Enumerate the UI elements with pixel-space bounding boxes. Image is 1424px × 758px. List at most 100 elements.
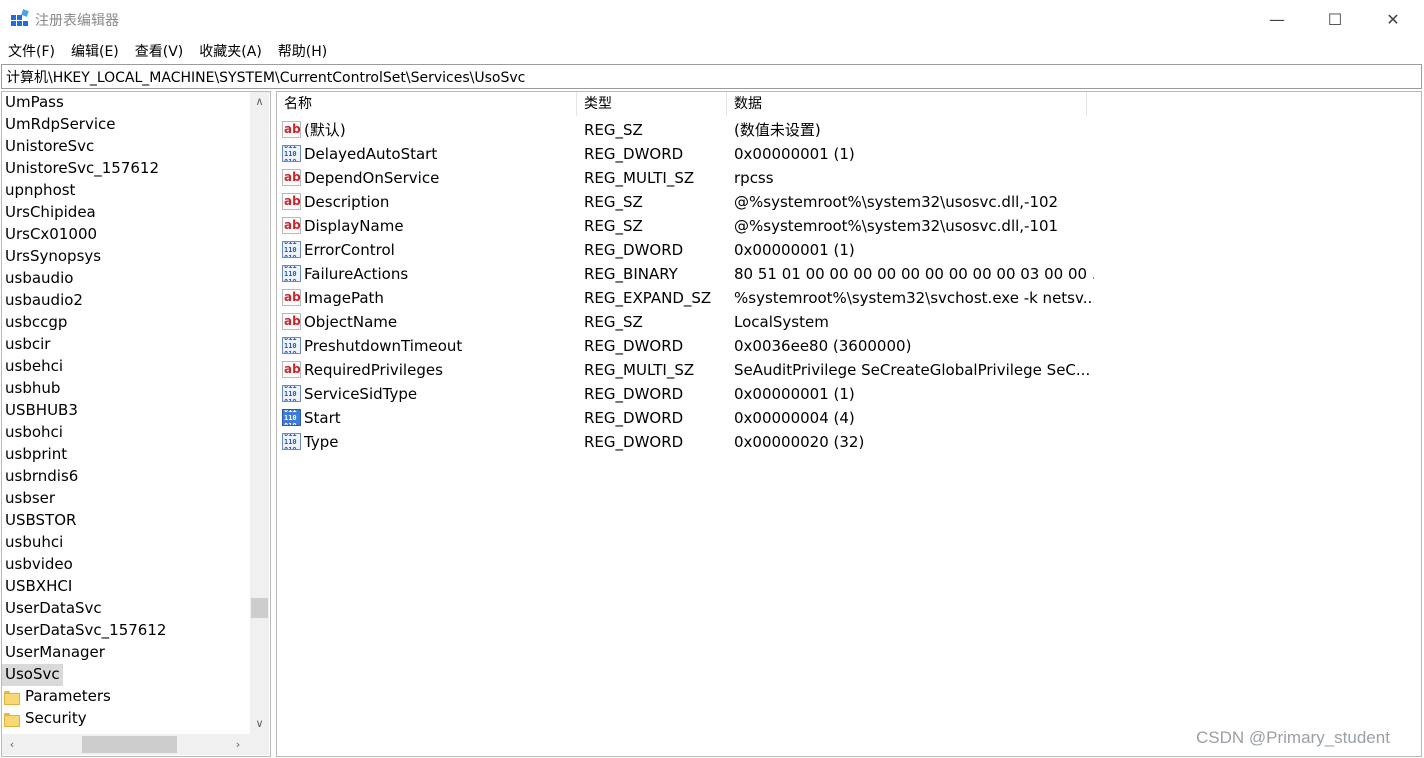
value-data: 0x00000001 (1) [734, 241, 855, 259]
value-row[interactable]: 011 110 010 FailureActions REG_BINARY 80… [277, 262, 1377, 286]
string-value-icon: ab [282, 361, 301, 378]
menu-help[interactable]: 帮助(H) [270, 39, 335, 63]
value-data: 0x00000020 (32) [734, 433, 865, 451]
string-value-icon: ab [282, 121, 301, 138]
tree-item[interactable]: usbcir [5, 334, 50, 356]
value-data: 80 51 01 00 00 00 00 00 00 00 00 00 03 0… [734, 265, 1094, 283]
watermark: CSDN @Primary_student [1196, 728, 1390, 747]
menu-favorites[interactable]: 收藏夹(A) [191, 39, 270, 63]
tree-item[interactable]: USBHUB3 [5, 400, 78, 422]
menu-edit[interactable]: 编辑(E) [63, 39, 127, 63]
string-value-icon: ab [282, 193, 301, 210]
value-name: RequiredPrivileges [304, 361, 443, 379]
tree-item[interactable]: usbuhci [5, 532, 63, 554]
folder-icon [4, 691, 20, 705]
tree-item[interactable]: USBSTOR [5, 510, 76, 532]
value-name: PreshutdownTimeout [304, 337, 463, 355]
maximize-button[interactable]: ☐ [1306, 0, 1364, 38]
value-type: REG_EXPAND_SZ [584, 289, 712, 307]
value-row[interactable]: ab RequiredPrivileges REG_MULTI_SZ SeAud… [277, 358, 1377, 382]
tree-item[interactable]: UrsChipidea [5, 202, 96, 224]
value-row[interactable]: ab ImagePath REG_EXPAND_SZ %systemroot%\… [277, 286, 1377, 310]
tree-item[interactable]: UnistoreSvc_157612 [5, 158, 159, 180]
value-type: REG_DWORD [584, 409, 684, 427]
tree-item[interactable]: USBXHCI [5, 576, 72, 598]
value-row[interactable]: 011 110 010 PreshutdownTimeout REG_DWORD… [277, 334, 1377, 358]
value-type: REG_DWORD [584, 385, 684, 403]
value-row[interactable]: 011 110 010 Type REG_DWORD 0x00000020 (3… [277, 430, 1377, 454]
tree-item[interactable]: usbehci [5, 356, 63, 378]
tree-item[interactable]: UmPass [5, 92, 64, 114]
value-name: DisplayName [304, 217, 404, 235]
value-type: REG_SZ [584, 193, 643, 211]
value-row[interactable]: ab Description REG_SZ @%systemroot%\syst… [277, 190, 1377, 214]
tree-item[interactable]: usbvideo [5, 554, 73, 576]
tree-item-selected-usosvc[interactable]: UsoSvc [2, 664, 63, 686]
close-button[interactable]: ✕ [1364, 0, 1422, 38]
scrollbar-corner [250, 734, 269, 755]
value-row[interactable]: ab (默认) REG_SZ (数值未设置) [277, 118, 1377, 142]
value-data: SeAuditPrivilege SeCreateGlobalPrivilege… [734, 361, 1091, 379]
horizontal-scroll-thumb[interactable] [82, 736, 177, 753]
value-row[interactable]: ab ObjectName REG_SZ LocalSystem [277, 310, 1377, 334]
value-row[interactable]: 011 110 010 ErrorControl REG_DWORD 0x000… [277, 238, 1377, 262]
tree-item[interactable]: UrsSynopsys [5, 246, 101, 268]
tree-item[interactable]: UserDataSvc_157612 [5, 620, 166, 642]
tree-item[interactable]: usbaudio2 [5, 290, 83, 312]
tree-item-parameters[interactable]: Parameters [25, 686, 111, 708]
tree-item[interactable]: usbhub [5, 378, 60, 400]
address-path[interactable]: 计算机\HKEY_LOCAL_MACHINE\SYSTEM\CurrentCon… [6, 67, 525, 87]
value-type: REG_MULTI_SZ [584, 361, 695, 379]
scroll-up-arrow-icon[interactable]: ∧ [250, 92, 269, 110]
menu-file[interactable]: 文件(F) [0, 39, 63, 63]
scroll-down-arrow-icon[interactable]: ∨ [250, 714, 269, 732]
column-header-name[interactable]: 名称 [277, 92, 577, 116]
value-name: FailureActions [304, 265, 409, 283]
value-name: DependOnService [304, 169, 440, 187]
tree-item[interactable]: usbser [5, 488, 55, 510]
tree-item-security[interactable]: Security [25, 708, 87, 730]
binary-value-icon: 011 110 010 [282, 145, 301, 162]
value-name: ServiceSidType [304, 385, 418, 403]
value-type: REG_DWORD [584, 433, 684, 451]
value-name: (默认) [304, 121, 346, 139]
tree-item[interactable]: usbrndis6 [5, 466, 78, 488]
tree-item[interactable]: UrsCx01000 [5, 224, 97, 246]
vertical-scroll-thumb[interactable] [251, 598, 268, 618]
value-row-start[interactable]: 011 110 010 Start REG_DWORD 0x00000004 (… [277, 406, 1377, 430]
column-header-type[interactable]: 类型 [577, 92, 727, 116]
value-type: REG_MULTI_SZ [584, 169, 695, 187]
scroll-right-arrow-icon[interactable]: › [228, 734, 248, 755]
value-data: 0x00000004 (4) [734, 409, 855, 427]
binary-value-icon: 011 110 010 [282, 337, 301, 354]
value-row[interactable]: ab DisplayName REG_SZ @%systemroot%\syst… [277, 214, 1377, 238]
tree-vertical-scrollbar[interactable]: ∧ ∨ [250, 92, 269, 734]
tree-item[interactable]: usbohci [5, 422, 63, 444]
scroll-left-arrow-icon[interactable]: ‹ [2, 734, 22, 755]
menu-view[interactable]: 查看(V) [127, 39, 192, 63]
tree-item[interactable]: usbccgp [5, 312, 67, 334]
tree-item[interactable]: upnphost [5, 180, 75, 202]
value-data: 0x00000001 (1) [734, 385, 855, 403]
tree-horizontal-scrollbar[interactable]: ‹ › [2, 734, 250, 755]
address-bar[interactable]: 计算机\HKEY_LOCAL_MACHINE\SYSTEM\CurrentCon… [1, 64, 1422, 89]
value-row[interactable]: 011 110 010 ServiceSidType REG_DWORD 0x0… [277, 382, 1377, 406]
value-row[interactable]: ab DependOnService REG_MULTI_SZ rpcss [277, 166, 1377, 190]
tree-item[interactable]: UmRdpService [5, 114, 116, 136]
folder-icon [4, 713, 20, 727]
value-type: REG_BINARY [584, 265, 678, 283]
tree-item[interactable]: UnistoreSvc [5, 136, 94, 158]
value-name: DelayedAutoStart [304, 145, 438, 163]
key-tree-pane[interactable]: UmPass UmRdpService UnistoreSvc Unistore… [1, 91, 271, 757]
tree-item[interactable]: UserManager [5, 642, 105, 664]
value-row[interactable]: 011 110 010 DelayedAutoStart REG_DWORD 0… [277, 142, 1377, 166]
tree-item[interactable]: UserDataSvc [5, 598, 102, 620]
minimize-button[interactable]: — [1248, 0, 1306, 38]
tree-item[interactable]: usbprint [5, 444, 67, 466]
tree-item[interactable]: usbaudio [5, 268, 73, 290]
value-data: 0x00000001 (1) [734, 145, 855, 163]
binary-value-icon: 011 110 010 [282, 265, 301, 282]
values-list-pane[interactable]: 名称 类型 数据 ab (默认) REG_SZ (数值未设置) 011 110 … [276, 91, 1422, 757]
value-data: @%systemroot%\system32\usosvc.dll,-102 [734, 193, 1059, 211]
column-header-data[interactable]: 数据 [727, 92, 1087, 116]
